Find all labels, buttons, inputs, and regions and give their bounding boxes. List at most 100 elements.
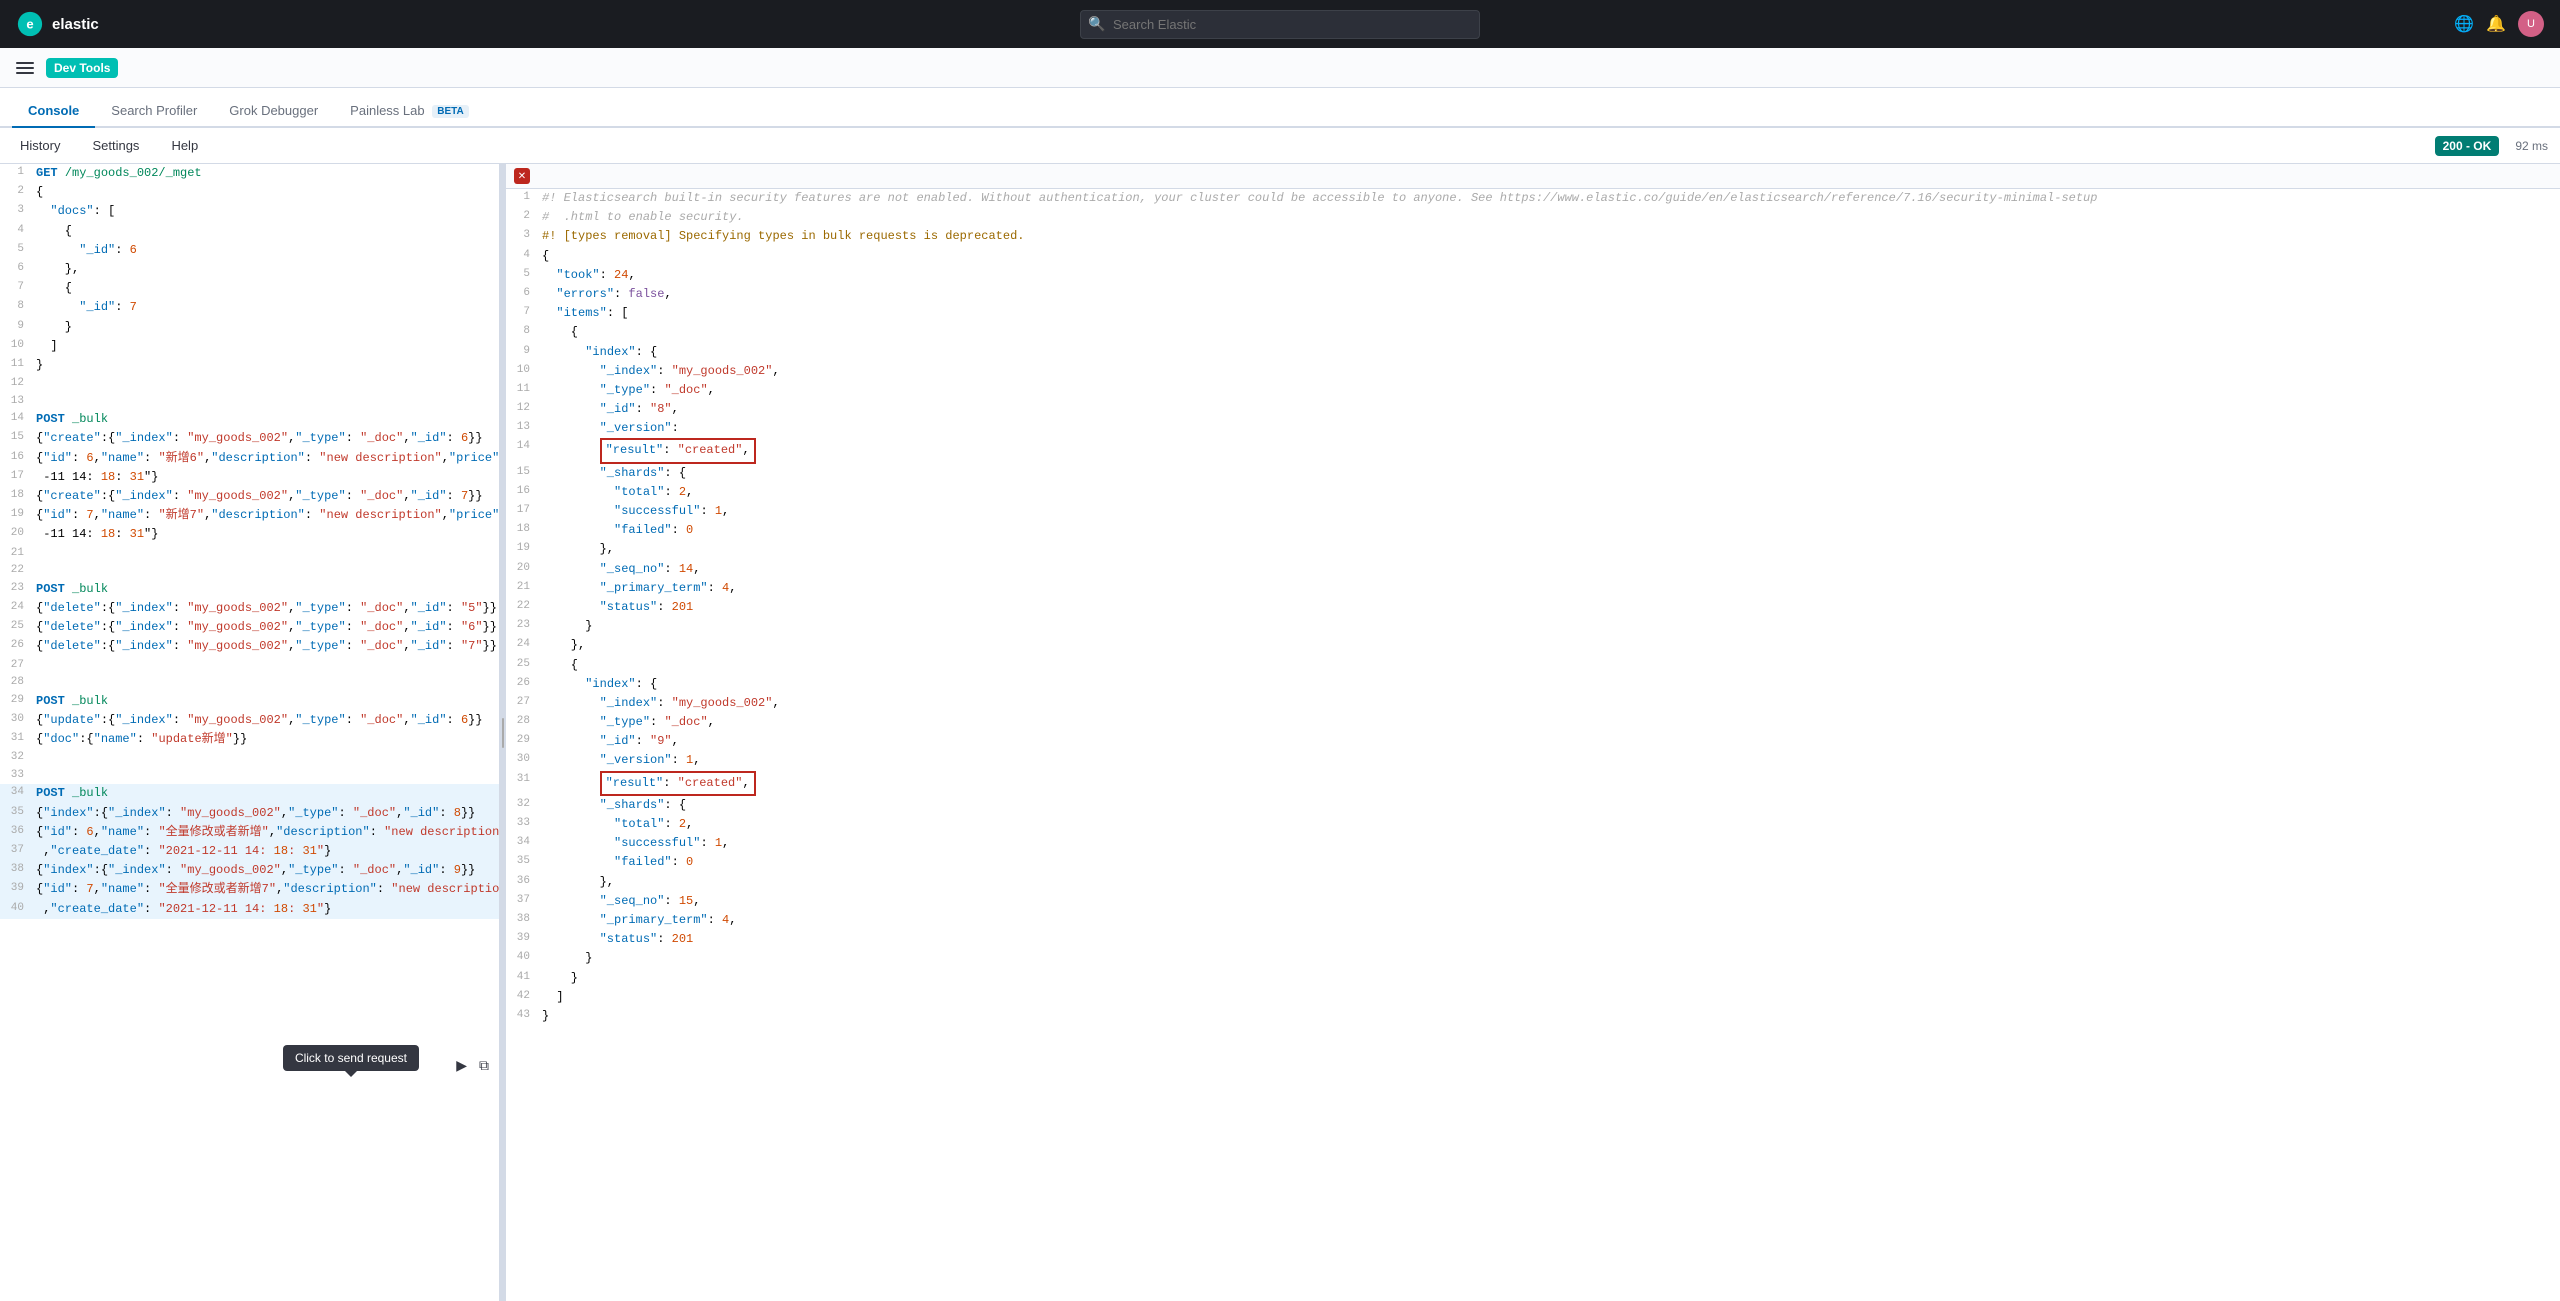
- line-content: "failed": 0: [538, 853, 2560, 872]
- line-content: {"create":{"_index": "my_goods_002","_ty…: [32, 429, 499, 448]
- line-content: "items": [: [538, 304, 2560, 323]
- run-button[interactable]: ▶: [454, 1055, 469, 1076]
- table-row: 31{"doc":{"name": "update新增"}}: [0, 730, 499, 749]
- second-bar: Dev Tools: [0, 48, 2560, 88]
- line-number: 22: [506, 598, 538, 616]
- line-content: "_id": "9",: [538, 732, 2560, 751]
- line-number: 26: [506, 675, 538, 693]
- line-number: 39: [0, 880, 32, 898]
- elastic-logo: e elastic: [16, 10, 99, 38]
- table-row: 3#! [types removal] Specifying types in …: [506, 227, 2560, 246]
- line-content: {"delete":{"_index": "my_goods_002","_ty…: [32, 599, 499, 618]
- line-number: 36: [506, 873, 538, 891]
- table-row: 28 "_type": "_doc",: [506, 713, 2560, 732]
- left-code-editor[interactable]: 1GET /my_goods_002/_mget2{3 "docs": [4 {…: [0, 164, 499, 1301]
- left-editor-panel: 1GET /my_goods_002/_mget2{3 "docs": [4 {…: [0, 164, 500, 1301]
- top-bar-actions: 🌐 🔔 U: [2454, 11, 2544, 37]
- table-row: 37 ,"create_date": "2021-12-11 14: 18: 3…: [0, 842, 499, 861]
- toolbar-status: 200 - OK 92 ms: [2435, 136, 2548, 156]
- line-content: POST _bulk: [32, 692, 499, 711]
- settings-button[interactable]: Settings: [84, 134, 147, 157]
- table-row: 32: [0, 749, 499, 767]
- table-row: 30{"update":{"_index": "my_goods_002","_…: [0, 711, 499, 730]
- tab-search-profiler[interactable]: Search Profiler: [95, 95, 213, 128]
- svg-text:e: e: [26, 17, 33, 32]
- line-content: "failed": 0: [538, 521, 2560, 540]
- line-content: }: [538, 969, 2560, 988]
- hamburger-button[interactable]: [12, 55, 38, 81]
- line-content: {"doc":{"name": "update新增"}}: [32, 730, 499, 749]
- close-response-button[interactable]: ✕: [514, 168, 530, 184]
- tab-grok-debugger[interactable]: Grok Debugger: [213, 95, 334, 128]
- table-row: 26 "index": {: [506, 675, 2560, 694]
- line-content: {: [538, 656, 2560, 675]
- line-number: 14: [0, 410, 32, 428]
- line-number: 19: [506, 540, 538, 558]
- copy-button[interactable]: ⧉: [477, 1055, 491, 1076]
- response-header: ✕: [506, 164, 2560, 189]
- table-row: 7 "items": [: [506, 304, 2560, 323]
- table-row: 1GET /my_goods_002/_mget: [0, 164, 499, 183]
- tooltip-box: Click to send request: [283, 1045, 419, 1071]
- line-content: {: [538, 247, 2560, 266]
- line-number: 20: [0, 525, 32, 543]
- line-number: 40: [0, 900, 32, 918]
- tab-painless-lab[interactable]: Painless Lab BETA: [334, 95, 485, 128]
- table-row: 22: [0, 562, 499, 580]
- table-row: 37 "_seq_no": 15,: [506, 892, 2560, 911]
- line-number: 37: [0, 842, 32, 860]
- line-number: 3: [0, 202, 32, 220]
- help-button[interactable]: Help: [163, 134, 206, 157]
- line-content: },: [538, 636, 2560, 655]
- line-number: 18: [0, 487, 32, 505]
- line-content: "result": "created",: [538, 438, 2560, 463]
- action-icons: ▶ ⧉: [454, 1055, 491, 1076]
- line-number: 27: [0, 657, 32, 675]
- line-number: 6: [506, 285, 538, 303]
- line-number: 30: [506, 751, 538, 769]
- line-content: "_id": 6: [32, 241, 499, 260]
- table-row: 33 "total": 2,: [506, 815, 2560, 834]
- line-number: 16: [506, 483, 538, 501]
- line-number: 31: [506, 771, 538, 789]
- line-content: {"delete":{"_index": "my_goods_002","_ty…: [32, 637, 499, 656]
- line-number: 16: [0, 449, 32, 467]
- line-number: 37: [506, 892, 538, 910]
- line-content: "_id": 7: [32, 298, 499, 317]
- line-content: {"id": 7,"name": "全量修改或者新增7","descriptio…: [32, 880, 499, 899]
- tab-console[interactable]: Console: [12, 95, 95, 128]
- search-input[interactable]: [1080, 10, 1480, 39]
- line-number: 38: [506, 911, 538, 929]
- table-row: 16{"id": 6,"name": "新增6","description": …: [0, 449, 499, 468]
- line-content: "_shards": {: [538, 464, 2560, 483]
- line-content: "_version":: [538, 419, 2560, 438]
- line-number: 7: [506, 304, 538, 322]
- line-number: 29: [0, 692, 32, 710]
- line-number: 17: [506, 502, 538, 520]
- table-row: 41 }: [506, 969, 2560, 988]
- table-row: 10 "_index": "my_goods_002",: [506, 362, 2560, 381]
- line-content: },: [538, 873, 2560, 892]
- right-code-editor[interactable]: 1#! Elasticsearch built-in security feat…: [506, 189, 2560, 1301]
- line-content: "_primary_term": 4,: [538, 911, 2560, 930]
- table-row: 25{"delete":{"_index": "my_goods_002","_…: [0, 618, 499, 637]
- table-row: 24{"delete":{"_index": "my_goods_002","_…: [0, 599, 499, 618]
- line-number: 20: [506, 560, 538, 578]
- table-row: 27 "_index": "my_goods_002",: [506, 694, 2560, 713]
- table-row: 36 },: [506, 873, 2560, 892]
- table-row: 9 }: [0, 318, 499, 337]
- logo-text: elastic: [52, 16, 99, 33]
- bell-icon[interactable]: 🔔: [2486, 14, 2506, 34]
- dev-tools-badge: Dev Tools: [46, 58, 118, 78]
- line-content: "result": "created",: [538, 771, 2560, 796]
- line-number: 25: [0, 618, 32, 636]
- line-content: "_seq_no": 14,: [538, 560, 2560, 579]
- history-button[interactable]: History: [12, 134, 68, 157]
- line-content: ,"create_date": "2021-12-11 14: 18: 31"}: [32, 900, 499, 919]
- table-row: 31 "result": "created",: [506, 771, 2560, 796]
- table-row: 23 }: [506, 617, 2560, 636]
- line-content: {"update":{"_index": "my_goods_002","_ty…: [32, 711, 499, 730]
- user-avatar[interactable]: U: [2518, 11, 2544, 37]
- globe-icon[interactable]: 🌐: [2454, 14, 2474, 34]
- line-number: 10: [0, 337, 32, 355]
